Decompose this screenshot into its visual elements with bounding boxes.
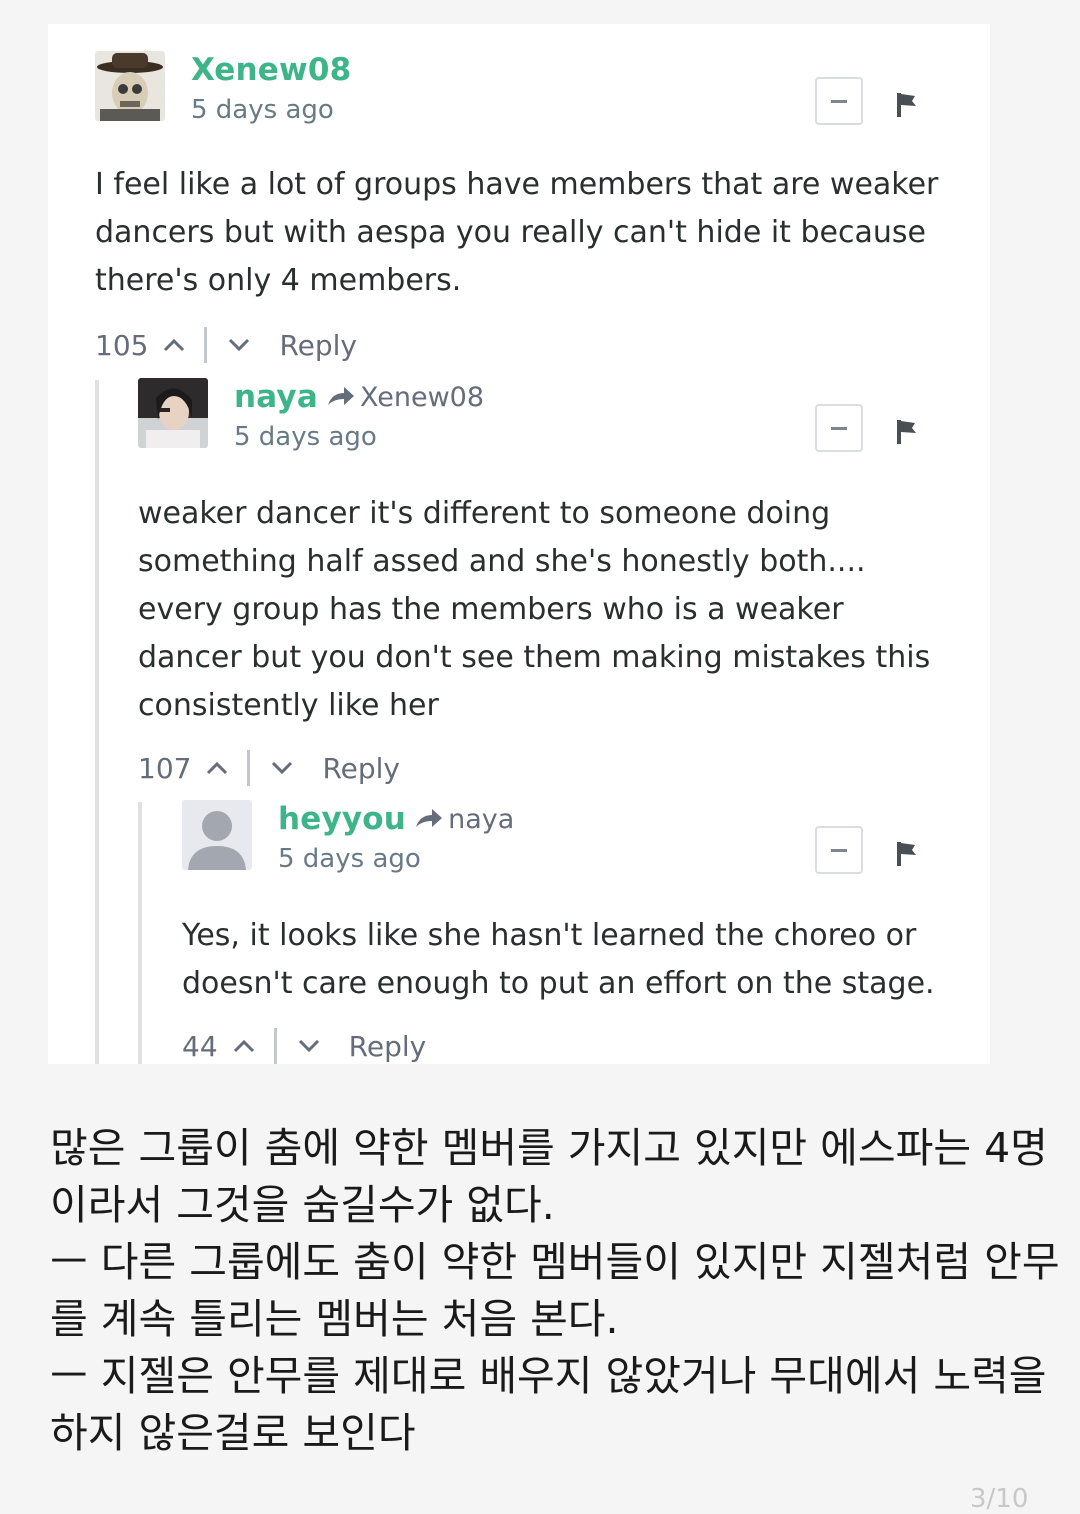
comment-xenew08: Xenew08 5 days ago I feel like a lot of … <box>95 51 975 371</box>
comment-author[interactable]: naya <box>234 379 318 415</box>
collapse-button[interactable] <box>815 826 863 874</box>
comment-text-line: weaker dancer it's different to someone … <box>138 496 831 531</box>
translation-line: 를 계속 틀리는 멤버는 처음 본다. <box>50 1295 619 1343</box>
upvote-icon[interactable] <box>205 760 229 776</box>
collapse-button[interactable] <box>815 77 863 125</box>
upvote-icon[interactable] <box>162 337 186 353</box>
comment-naya: naya Xenew08 5 days ago weaker dancer it… <box>138 378 975 786</box>
reply-to-user[interactable]: Xenew08 <box>360 382 484 413</box>
translation-line: ㅡ 다른 그룹에도 춤이 약한 멤버들이 있지만 지젤처럼 안무 <box>50 1238 1060 1286</box>
comment-text-line: something half assed and she's honestly … <box>138 544 866 579</box>
comment-footer: 44 Reply <box>182 1024 426 1068</box>
vote-count: 44 <box>182 1029 218 1063</box>
translation-line: 이라서 그것을 숨길수가 없다. <box>50 1181 555 1229</box>
vote-separator <box>247 750 251 786</box>
comment-text-line: every group has the members who is a wea… <box>138 592 844 627</box>
comment-timestamp[interactable]: 5 days ago <box>191 95 334 125</box>
translation-caption: 많은 그룹이 춤에 약한 멤버를 가지고 있지만 에스파는 4명 이라서 그것을… <box>50 1120 1060 1462</box>
reply-arrow-icon <box>416 809 443 827</box>
comment-text-line: dancer but you don't see them making mis… <box>138 640 931 675</box>
vote-separator <box>204 327 208 363</box>
comment-footer: 105 Reply <box>95 323 357 367</box>
upvote-icon[interactable] <box>232 1038 256 1054</box>
translation-line: 많은 그룹이 춤에 약한 멤버를 가지고 있지만 에스파는 4명 <box>50 1124 1048 1172</box>
comment-author[interactable]: Xenew08 <box>191 52 351 88</box>
downvote-icon[interactable] <box>227 337 251 353</box>
vote-count: 107 <box>138 751 192 785</box>
comment-text-line: dancers but with aespa you really can't … <box>95 215 926 250</box>
photo-avatar-icon[interactable] <box>138 378 208 448</box>
flag-icon[interactable] <box>895 840 919 868</box>
translation-line: ㅡ 지젤은 안무를 제대로 배우지 않았거나 무대에서 노력을 <box>50 1352 1047 1400</box>
flag-icon[interactable] <box>895 418 919 446</box>
vote-separator <box>273 1028 277 1064</box>
default-user-avatar-icon[interactable] <box>182 800 252 870</box>
thread-line <box>95 380 99 1064</box>
reply-arrow-icon <box>327 387 354 405</box>
comment-timestamp[interactable]: 5 days ago <box>234 422 377 452</box>
cowboy-skull-avatar-icon[interactable] <box>95 51 165 121</box>
comment-panel: Xenew08 5 days ago I feel like a lot of … <box>48 24 990 1064</box>
downvote-icon[interactable] <box>297 1038 321 1054</box>
comment-text-line: doesn't care enough to put an effort on … <box>182 966 935 1001</box>
comment-body: I feel like a lot of groups have members… <box>95 161 938 305</box>
page-indicator: 3/10 <box>970 1484 1029 1514</box>
translation-line: 하지 않은걸로 보인다 <box>50 1409 416 1457</box>
downvote-icon[interactable] <box>270 760 294 776</box>
reply-to-user[interactable]: naya <box>448 804 514 835</box>
comment-footer: 107 Reply <box>138 746 400 790</box>
vote-count: 105 <box>95 328 149 362</box>
comment-body: weaker dancer it's different to someone … <box>138 490 930 730</box>
comment-timestamp[interactable]: 5 days ago <box>278 844 421 874</box>
comment-author[interactable]: heyyou <box>278 801 406 837</box>
reply-button[interactable]: Reply <box>349 1030 427 1063</box>
thread-line <box>138 802 142 1064</box>
reply-button[interactable]: Reply <box>322 752 400 785</box>
comment-text-line: there's only 4 members. <box>95 263 462 298</box>
comment-heyyou: heyyou naya 5 days ago Yes, it looks lik… <box>182 800 975 1064</box>
flag-icon[interactable] <box>895 91 919 119</box>
comment-text-line: Yes, it looks like she hasn't learned th… <box>182 918 917 953</box>
reply-button[interactable]: Reply <box>279 329 357 362</box>
comment-text-line: consistently like her <box>138 688 439 723</box>
comment-body: Yes, it looks like she hasn't learned th… <box>182 912 935 1008</box>
collapse-button[interactable] <box>815 404 863 452</box>
comment-text-line: I feel like a lot of groups have members… <box>95 167 939 202</box>
